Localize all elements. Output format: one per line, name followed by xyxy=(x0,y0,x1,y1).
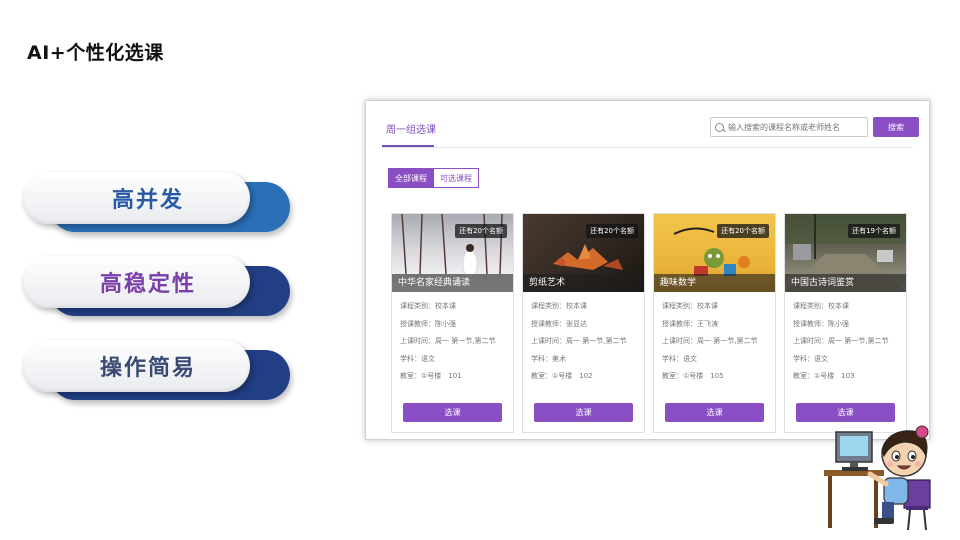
course-time: 上课时间：周一 第一节,第二节 xyxy=(662,337,758,345)
quota-badge: 还有20个名额 xyxy=(455,224,507,238)
course-type: 课程类别：校本课 xyxy=(400,302,456,310)
feature-label: 操作简易 xyxy=(99,356,196,381)
course-info: 课程类别：校本课 授课教师：王飞涛 上课时间：周一 第一节,第二节 学科：语文 … xyxy=(662,298,757,386)
feature-label: 高并发 xyxy=(111,188,184,213)
search-input[interactable] xyxy=(728,122,866,132)
course-subject: 学科：语文 xyxy=(400,354,435,363)
course-teacher: 授课教师：张显达 xyxy=(531,319,587,328)
course-image: 还有20个名额 剪纸艺术 xyxy=(523,214,644,292)
course-image: 还有20个名额 中华名家经典诵读 xyxy=(392,214,513,292)
course-teacher: 授课教师：陈小强 xyxy=(793,319,849,328)
course-room: 教室：①号楼 102 xyxy=(531,372,593,380)
quota-badge: 还有20个名额 xyxy=(717,224,769,238)
course-image: 还有20个名额 趣味数学 xyxy=(654,214,775,292)
search-box[interactable] xyxy=(710,117,868,137)
course-title: 中国古诗词鉴赏 xyxy=(785,274,906,292)
feature-high-concurrency: 高并发 xyxy=(22,172,290,232)
feature-easy-operation: 操作简易 xyxy=(22,340,290,400)
select-course-button[interactable]: 选课 xyxy=(534,403,633,422)
course-teacher: 授课教师：王飞涛 xyxy=(662,319,718,328)
feature-pill: 操作简易 xyxy=(22,340,250,392)
course-subject: 学科：美术 xyxy=(531,354,566,363)
filter-available-courses[interactable]: 可选课程 xyxy=(434,168,479,188)
course-type: 课程类别：校本课 xyxy=(662,302,718,310)
feature-label: 高稳定性 xyxy=(99,272,196,297)
course-image: 还有19个名额 中国古诗词鉴赏 xyxy=(785,214,906,292)
course-teacher: 授课教师：陈小强 xyxy=(400,319,456,328)
course-card: 还有19个名额 中国古诗词鉴赏 课程类别：校本课 授课教师：陈小强 上课时间：周… xyxy=(784,213,907,433)
course-subject: 学科：语文 xyxy=(793,354,828,363)
course-time: 上课时间：周一 第一节,第二节 xyxy=(531,337,627,345)
feature-pill: 高稳定性 xyxy=(22,256,250,308)
course-title: 剪纸艺术 xyxy=(523,274,644,292)
course-card: 还有20个名额 趣味数学 课程类别：校本课 授课教师：王飞涛 上课时间：周一 第… xyxy=(653,213,776,433)
divider xyxy=(382,147,913,148)
course-room: 教室：①号楼 105 xyxy=(662,372,724,380)
tab-monday-group[interactable]: 周一组选课 xyxy=(386,121,436,136)
course-type: 课程类别：校本课 xyxy=(531,302,587,310)
course-selection-panel: 周一组选课 搜索 全部课程 可选课程 还有20个名额 xyxy=(365,100,930,440)
course-card: 还有20个名额 剪纸艺术 课程类别：校本课 授课教师：张显达 上课时间：周一 第… xyxy=(522,213,645,433)
course-filter: 全部课程 可选课程 xyxy=(388,168,479,188)
course-info: 课程类别：校本课 授课教师：陈小强 上课时间：周一 第一节,第二节 学科：语文 … xyxy=(400,298,495,386)
course-title: 趣味数学 xyxy=(654,274,775,292)
select-course-button[interactable]: 选课 xyxy=(403,403,502,422)
course-room: 教室：①号楼 101 xyxy=(400,372,462,380)
course-time: 上课时间：周一 第一节,第二节 xyxy=(793,337,889,345)
course-subject: 学科：语文 xyxy=(662,354,697,363)
feature-high-stability: 高稳定性 xyxy=(22,256,290,316)
course-title: 中华名家经典诵读 xyxy=(392,274,513,292)
course-type: 课程类别：校本课 xyxy=(793,302,849,310)
course-info: 课程类别：校本课 授课教师：陈小强 上课时间：周一 第一节,第二节 学科：语文 … xyxy=(793,298,888,386)
course-card: 还有20个名额 中华名家经典诵读 课程类别：校本课 授课教师：陈小强 上课时间：… xyxy=(391,213,514,433)
course-room: 教室：①号楼 103 xyxy=(793,372,855,380)
slide-title: AI+个性化选课 xyxy=(27,42,164,64)
quota-badge: 还有20个名额 xyxy=(586,224,638,238)
cartoon-student-at-computer xyxy=(824,425,931,531)
select-course-button[interactable]: 选课 xyxy=(665,403,764,422)
search-icon xyxy=(715,122,724,132)
course-cards: 还有20个名额 中华名家经典诵读 课程类别：校本课 授课教师：陈小强 上课时间：… xyxy=(391,213,911,435)
search-button[interactable]: 搜索 xyxy=(873,117,919,137)
quota-badge: 还有19个名额 xyxy=(848,224,900,238)
course-time: 上课时间：周一 第一节,第二节 xyxy=(400,337,496,345)
filter-all-courses[interactable]: 全部课程 xyxy=(388,168,434,188)
feature-pill: 高并发 xyxy=(22,172,250,224)
course-info: 课程类别：校本课 授课教师：张显达 上课时间：周一 第一节,第二节 学科：美术 … xyxy=(531,298,626,386)
